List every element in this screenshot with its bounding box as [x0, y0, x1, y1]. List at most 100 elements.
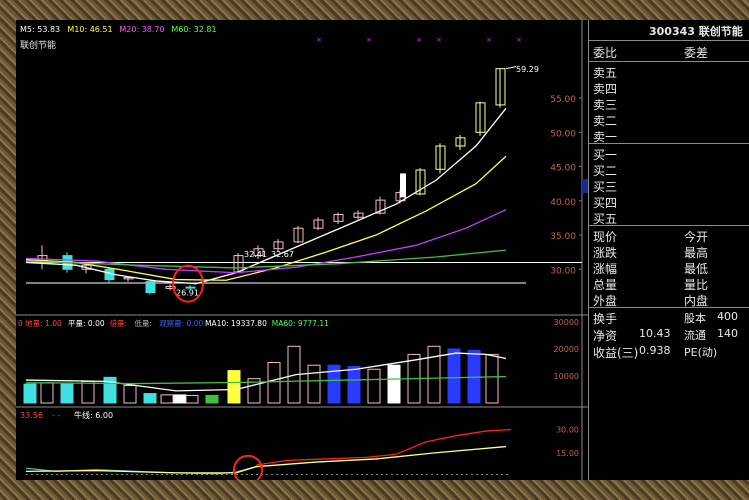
marker: × [316, 36, 322, 44]
bottom-value2: 400 [717, 310, 738, 323]
stat-label: 量比 [684, 278, 709, 292]
volume-bar [185, 394, 199, 404]
bottom-label: 换手 [593, 312, 618, 326]
volume-label: 平量: 0.00 [68, 319, 105, 328]
volume-bar [160, 394, 174, 404]
divider [589, 143, 749, 144]
stock-chart[interactable]: M5: 53.83 M10: 46.51 M20: 38.70 M60: 32.81 联… [16, 20, 588, 480]
high-pointer [505, 66, 517, 70]
ratio-label: 委比 [593, 46, 618, 60]
indicator-dash: - - [52, 411, 60, 420]
trading-screen: M5: 53.83 M10: 46.51 M20: 38.70 M60: 32.81 联… [16, 20, 749, 480]
highlight-circle [233, 454, 263, 480]
volume-panel [23, 345, 507, 404]
quote-title: 300343 联创节能 [649, 25, 743, 38]
indicator-line-yellow [25, 445, 507, 474]
buy-row-label: 买二 [593, 164, 618, 178]
divider [589, 307, 749, 308]
stat-label: 最低 [684, 262, 709, 276]
candle-body [400, 173, 406, 198]
price-axis-label: 50.00 [550, 129, 576, 139]
mid-label: 32.41 [244, 250, 267, 259]
stat-label: 现价 [593, 230, 618, 244]
price-panel [25, 68, 582, 295]
indicator-axis-label: 30.00 [556, 426, 579, 435]
volume-bar [227, 370, 241, 404]
volume-label: 0 地量: 1.00 [18, 318, 62, 328]
bottom-label2: PE(动) [684, 346, 718, 359]
volume-bar [427, 345, 441, 404]
volume-bar [387, 364, 401, 404]
volume-bar [485, 353, 499, 404]
indicator-line-red [255, 428, 512, 466]
volume-bar [60, 383, 74, 404]
volume-label: 观察量: 0.00 [159, 318, 203, 328]
stat-label: 总量 [593, 278, 618, 292]
ma-label: M5: 53.83 [20, 25, 60, 34]
candle-body [145, 281, 156, 294]
volume-bar [447, 348, 461, 404]
bottom-label: 净资 [593, 329, 618, 343]
volume-bar [367, 368, 381, 404]
volume-axis-label: 20000 [554, 345, 579, 354]
divider [589, 61, 749, 62]
indicator-value: 33.56 [20, 411, 43, 420]
high-label: 59.29 [516, 65, 539, 74]
marker: × [366, 36, 372, 44]
volume-bar [347, 366, 361, 404]
buy-row-label: 买四 [593, 196, 618, 210]
volume-label: 低量: [134, 318, 152, 328]
volume-bar [205, 394, 219, 404]
low-label: 26.91 [176, 288, 199, 297]
marker: × [416, 36, 422, 44]
quote-panel: 300343 联创节能 委比 委差 卖五 卖四 卖三 卖二 卖一 买一 买二 买三 买四 买五 … [588, 20, 749, 480]
stat-label: 涨幅 [593, 262, 618, 276]
indicator-panel [25, 428, 512, 475]
volume-label: 倍量: [110, 318, 128, 328]
marker: × [516, 36, 522, 44]
buy-row-label: 买三 [593, 180, 618, 194]
price-axis-label: 55.00 [550, 95, 576, 105]
ma-label: M10: 46.51 [67, 25, 112, 34]
divider [589, 40, 749, 41]
stat-label: 涨跌 [593, 246, 618, 260]
volume-axis-label: 10000 [554, 372, 579, 381]
divider [589, 225, 749, 226]
volume-bar [307, 364, 321, 404]
stat-label: 最高 [684, 246, 709, 260]
sell-row-label: 卖五 [593, 66, 618, 80]
indicator-axis-label: 15.00 [556, 449, 579, 458]
ma-label: M20: 38.70 [119, 25, 164, 34]
chart-text: M5: 53.83 M10: 46.51 M20: 38.70 M60: 32.81 联… [18, 25, 588, 480]
bottom-label: 收益(三) [593, 346, 639, 360]
price-axis-label: 30.00 [550, 266, 576, 276]
volume-bar [267, 362, 281, 404]
volume-bar [81, 380, 95, 404]
marker: × [486, 36, 492, 44]
sell-row-label: 卖三 [593, 98, 618, 112]
bottom-value2: 140 [717, 327, 738, 340]
volume-label: MA10: 19337.80 [205, 319, 267, 328]
volume-bar [23, 383, 37, 404]
marker: × [436, 36, 442, 44]
volume-label: MA60: 9777.11 [272, 319, 329, 328]
sell-row-label: 卖二 [593, 114, 618, 128]
price-axis-label: 40.00 [550, 198, 576, 208]
volume-bar [143, 393, 157, 404]
mid-label: 32.67 [271, 250, 294, 259]
volume-axis-label: 30000 [554, 318, 579, 327]
volume-bar [173, 394, 187, 404]
volume-bar [123, 384, 137, 404]
price-axis-label: 45.00 [550, 164, 576, 174]
ma-label: M60: 32.81 [171, 25, 216, 34]
sell-row-label: 卖四 [593, 82, 618, 96]
stat-label: 今开 [684, 230, 709, 244]
bottom-label2: 股本 [684, 312, 706, 325]
volume-bar [40, 382, 54, 404]
volume-ma10 [25, 352, 507, 392]
indicator-label: 牛线: 6.00 [74, 410, 113, 420]
bottom-value: 0.938 [639, 344, 671, 357]
bottom-value: 10.43 [639, 327, 671, 340]
diff-label: 委差 [684, 46, 709, 60]
price-axis-label: 35.00 [550, 232, 576, 242]
